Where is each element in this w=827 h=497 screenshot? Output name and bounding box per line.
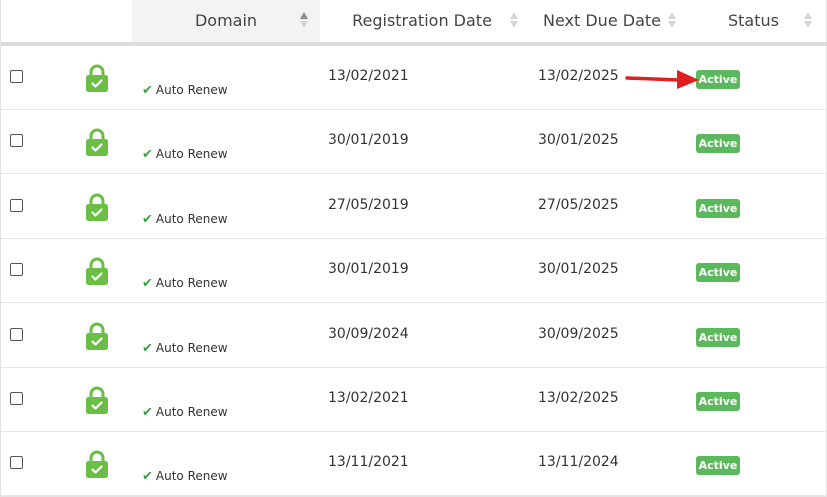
auto-renew-label: Auto Renew xyxy=(155,340,228,355)
registration-date: 13/11/2021 xyxy=(328,454,409,471)
auto-renew-label: Auto Renew xyxy=(155,83,228,97)
next-due-date: 13/02/2025 xyxy=(538,390,619,406)
table-row: ✔ Auto Renew 30/01/2019 30/01/2025 Active xyxy=(1,110,827,175)
table-row: ✔ Auto Renew 30/01/2019 30/01/2025 Active xyxy=(1,239,827,304)
row-select-checkbox[interactable] xyxy=(10,327,23,341)
checkmark-icon: ✔ xyxy=(142,340,153,356)
row-select-checkbox[interactable] xyxy=(10,263,23,277)
registration-date: 30/09/2024 xyxy=(328,325,409,342)
status-badge: Active xyxy=(696,134,740,154)
column-header-registration-date[interactable]: Registration Date xyxy=(320,0,524,42)
auto-renew-label: Auto Renew xyxy=(155,469,228,484)
table-row: ✔ Auto Renew 27/05/2019 27/05/2025 Active xyxy=(1,175,827,239)
row-select-checkbox[interactable] xyxy=(10,70,23,83)
auto-renew-indicator: ✔ Auto Renew xyxy=(142,83,228,98)
auto-renew-label: Auto Renew xyxy=(155,147,228,162)
registration-date: 13/02/2021 xyxy=(328,390,409,406)
table-header: Domain Registration Date Next Due Date S… xyxy=(1,0,827,46)
column-header-status-label: Status xyxy=(728,11,779,30)
table-row: ✔ Auto Renew 30/09/2024 30/09/2025 Active xyxy=(1,304,827,368)
auto-renew-indicator: ✔ Auto Renew xyxy=(142,469,228,484)
row-select-checkbox[interactable] xyxy=(10,456,23,470)
annotation-arrow-icon xyxy=(625,70,699,89)
sort-icon xyxy=(668,12,676,30)
registration-date: 13/02/2021 xyxy=(328,68,409,84)
sort-icon xyxy=(804,12,812,30)
auto-renew-indicator: ✔ Auto Renew xyxy=(142,212,228,227)
row-select-checkbox[interactable] xyxy=(10,198,23,212)
status-badge: Active xyxy=(696,70,740,89)
auto-renew-indicator: ✔ Auto Renew xyxy=(142,276,228,291)
column-header-domain-label: Domain xyxy=(194,11,258,30)
status-badge: Active xyxy=(696,456,740,476)
next-due-date: 13/11/2024 xyxy=(538,454,619,471)
ssl-lock-icon xyxy=(86,257,108,286)
auto-renew-indicator: ✔ Auto Renew xyxy=(142,147,228,162)
next-due-date: 30/01/2025 xyxy=(538,261,619,278)
ssl-lock-icon xyxy=(86,322,108,350)
domains-table: Domain Registration Date Next Due Date S… xyxy=(0,0,827,497)
table-row: ✔ Auto Renew 13/02/2021 13/02/2025 Active xyxy=(1,368,827,432)
auto-renew-label: Auto Renew xyxy=(155,276,228,291)
checkmark-icon: ✔ xyxy=(142,469,153,485)
auto-renew-indicator: ✔ Auto Renew xyxy=(142,405,228,420)
ssl-lock-icon xyxy=(86,128,108,157)
registration-date: 27/05/2019 xyxy=(328,196,409,213)
next-due-date: 30/01/2025 xyxy=(538,132,619,149)
status-badge: Active xyxy=(696,327,740,347)
row-select-checkbox[interactable] xyxy=(10,392,23,405)
status-badge: Active xyxy=(696,263,740,283)
registration-date: 30/01/2019 xyxy=(328,132,409,149)
checkmark-icon: ✔ xyxy=(142,211,153,227)
column-header-next-due-date-label: Next Due Date xyxy=(543,11,661,30)
ssl-lock-icon xyxy=(86,64,108,92)
auto-renew-indicator: ✔ Auto Renew xyxy=(142,341,228,356)
checkmark-icon: ✔ xyxy=(142,147,153,163)
status-badge: Active xyxy=(696,198,740,218)
column-header-status[interactable]: Status xyxy=(680,0,827,42)
status-badge: Active xyxy=(696,392,740,411)
column-header-next-due-date[interactable]: Next Due Date xyxy=(524,0,680,42)
checkmark-icon: ✔ xyxy=(142,276,153,292)
table-row: ✔ Auto Renew 13/02/2021 13/02/2025 Active xyxy=(1,46,827,110)
checkmark-icon: ✔ xyxy=(142,405,153,420)
column-header-domain[interactable]: Domain xyxy=(132,0,320,42)
sort-ascending-icon xyxy=(300,12,308,30)
next-due-date: 13/02/2025 xyxy=(538,68,619,84)
registration-date: 30/01/2019 xyxy=(328,261,409,278)
ssl-lock-icon xyxy=(86,386,108,414)
ssl-lock-icon xyxy=(86,193,108,221)
ssl-lock-icon xyxy=(86,450,108,479)
sort-icon xyxy=(510,12,518,30)
column-header-registration-date-label: Registration Date xyxy=(352,11,492,30)
next-due-date: 27/05/2025 xyxy=(538,196,619,213)
next-due-date: 30/09/2025 xyxy=(538,325,619,342)
row-select-checkbox[interactable] xyxy=(10,134,23,148)
checkmark-icon: ✔ xyxy=(142,83,153,98)
table-row: ✔ Auto Renew 13/11/2021 13/11/2024 Active xyxy=(1,432,827,497)
auto-renew-label: Auto Renew xyxy=(155,405,228,419)
auto-renew-label: Auto Renew xyxy=(155,211,228,226)
checkbox-column-header xyxy=(1,0,132,42)
